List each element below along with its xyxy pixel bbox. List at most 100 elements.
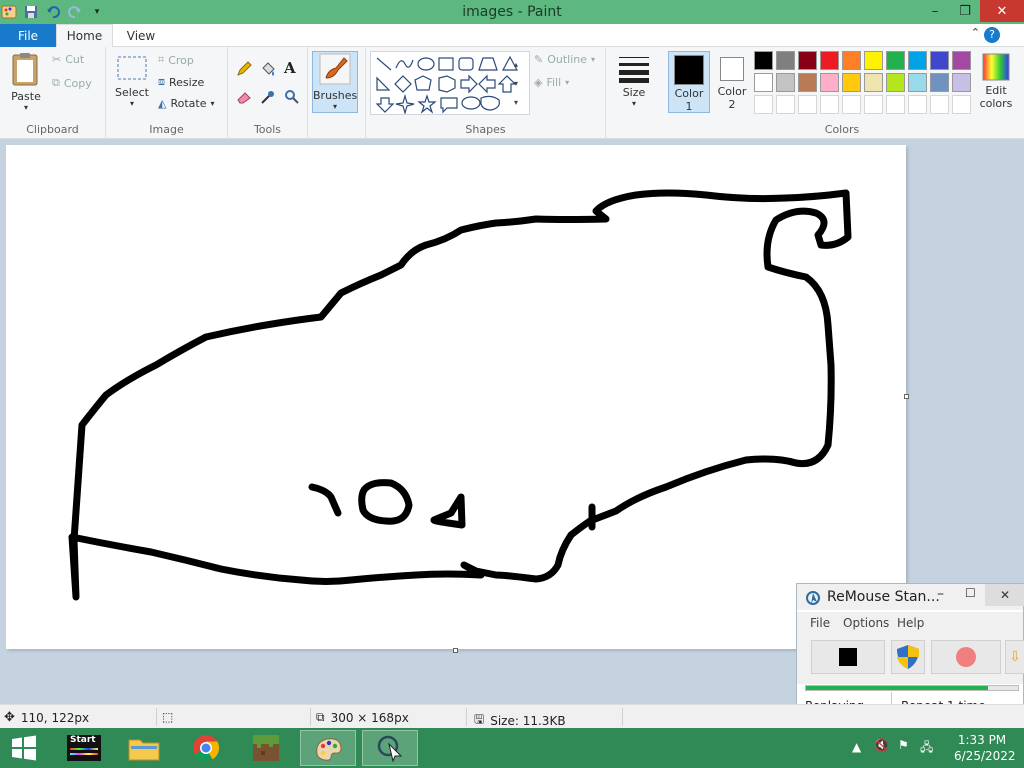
maximize-button[interactable]: ❐ <box>950 0 980 22</box>
color-swatch[interactable] <box>908 73 927 92</box>
outline-button[interactable]: ✎ Outline ▾ <box>534 53 595 66</box>
color-swatch[interactable] <box>952 95 971 114</box>
color-swatch[interactable] <box>820 51 839 70</box>
file-size-text: Size: 11.3KB <box>490 713 566 728</box>
copy-button[interactable]: ⧉ Copy <box>52 76 92 90</box>
color-swatch[interactable] <box>864 51 883 70</box>
text-icon[interactable]: A <box>284 59 296 77</box>
color-swatch[interactable] <box>908 95 927 114</box>
color2-button[interactable]: Color 2 <box>712 51 752 113</box>
color-swatch[interactable] <box>776 51 795 70</box>
start-app-button[interactable]: Start <box>56 730 112 766</box>
selection-size-icon: ⬚ <box>162 710 174 724</box>
select-button[interactable]: Select ▾ <box>114 55 150 108</box>
fill-bucket-icon[interactable] <box>260 61 276 77</box>
chrome-button[interactable] <box>178 730 234 766</box>
chevron-up-icon[interactable]: ⌃ <box>971 26 980 39</box>
remouse-taskbar-button[interactable] <box>362 730 418 766</box>
size-button[interactable]: Size ▾ <box>616 55 652 108</box>
crop-icon: ⌗ <box>158 53 165 66</box>
minecraft-button[interactable] <box>238 730 294 766</box>
help-icon[interactable]: ? <box>984 27 1000 43</box>
rotate-button[interactable]: ◭ Rotate ▾ <box>158 97 215 110</box>
tab-file[interactable]: File <box>0 24 56 47</box>
size-group: Size ▾ <box>606 47 662 139</box>
color-swatch[interactable] <box>864 95 883 114</box>
remouse-maximize-button[interactable]: ☐ <box>965 586 976 600</box>
minimize-button[interactable]: – <box>920 0 950 22</box>
color-swatch[interactable] <box>930 73 949 92</box>
remouse-menu-file[interactable]: File <box>810 616 830 630</box>
remouse-minimize-button[interactable]: – <box>937 586 944 602</box>
edit-colors-button[interactable]: Edit colors <box>976 53 1016 110</box>
eraser-icon[interactable] <box>236 89 252 105</box>
windows-start-button[interactable] <box>0 730 48 766</box>
shapes-gallery[interactable] <box>370 51 530 116</box>
color-swatch[interactable] <box>754 95 773 114</box>
admin-shield-button[interactable] <box>891 640 925 674</box>
color-swatch[interactable] <box>798 51 817 70</box>
color-swatch[interactable] <box>930 95 949 114</box>
color-picker-icon[interactable] <box>260 89 276 105</box>
file-explorer-button[interactable] <box>116 730 172 766</box>
shapes-scroll[interactable]: ▴ ▾ ▾ <box>514 55 518 112</box>
remouse-menu-help[interactable]: Help <box>897 616 924 630</box>
remouse-titlebar: ReMouse Stan... – ☐ ✕ <box>797 584 1024 610</box>
remouse-toolbar: ⇩ <box>797 634 1024 684</box>
network-icon[interactable]: 🖧 <box>920 738 933 759</box>
clock-time: 1:33 PM <box>957 733 1007 747</box>
color-swatch[interactable] <box>886 95 905 114</box>
color1-button[interactable]: Color 1 <box>668 51 710 113</box>
resize-label: Resize <box>169 75 205 89</box>
remouse-close-button[interactable]: ✕ <box>985 584 1024 606</box>
resize-button[interactable]: ⧈ Resize <box>158 75 204 89</box>
paint-palette-icon <box>316 738 342 761</box>
color-swatch[interactable] <box>842 51 861 70</box>
more-button[interactable]: ⇩ <box>1005 640 1024 674</box>
paste-button[interactable]: Paste ▾ <box>6 51 46 112</box>
pencil-icon[interactable] <box>236 61 252 77</box>
color-swatch[interactable] <box>776 95 795 114</box>
clock[interactable]: 1:33 PM 6/25/2022 <box>954 732 1016 764</box>
color-swatch[interactable] <box>798 95 817 114</box>
paint-taskbar-button[interactable] <box>300 730 356 766</box>
color-swatch[interactable] <box>842 95 861 114</box>
color-swatch[interactable] <box>776 73 795 92</box>
resize-handle-bottom[interactable] <box>453 648 458 653</box>
crop-button[interactable]: ⌗ Crop <box>158 53 194 67</box>
freehand-drawing <box>68 189 852 601</box>
canvas-size-text: 300 × 168px <box>330 710 409 725</box>
color-swatch[interactable] <box>930 51 949 70</box>
color-swatch[interactable] <box>886 73 905 92</box>
show-hidden-icons[interactable]: ▲ <box>852 740 861 754</box>
clock-date: 6/25/2022 <box>954 749 1016 763</box>
color-swatch[interactable] <box>754 73 773 92</box>
canvas-size-icon: ⧉ <box>316 710 325 724</box>
stop-button[interactable] <box>811 640 885 674</box>
brushes-button[interactable]: Brushes ▾ <box>312 51 358 113</box>
color-swatch[interactable] <box>842 73 861 92</box>
tab-home[interactable]: Home <box>56 24 113 48</box>
color-swatch[interactable] <box>754 51 773 70</box>
tab-view[interactable]: View <box>116 24 166 47</box>
color-swatch[interactable] <box>798 73 817 92</box>
resize-handle-right[interactable] <box>904 394 909 399</box>
color-swatch[interactable] <box>820 95 839 114</box>
color-swatch[interactable] <box>952 73 971 92</box>
magnifier-icon[interactable] <box>284 89 300 105</box>
action-center-flag-icon[interactable]: ⚑ <box>898 738 909 752</box>
volume-muted-icon[interactable]: 🔇 <box>874 738 889 752</box>
image-group: Select ▾ ⌗ Crop ⧈ Resize ◭ Rotate ▾ Image <box>106 47 228 139</box>
fill-button[interactable]: ◈ Fill ▾ <box>534 76 569 89</box>
color-swatch[interactable] <box>908 51 927 70</box>
remouse-menu-options[interactable]: Options <box>843 616 889 630</box>
color-swatch[interactable] <box>952 51 971 70</box>
drawing-canvas[interactable] <box>6 145 906 649</box>
color-swatch[interactable] <box>864 73 883 92</box>
record-button[interactable] <box>931 640 1001 674</box>
color-swatch[interactable] <box>886 51 905 70</box>
close-button[interactable]: ✕ <box>980 0 1024 22</box>
cut-button[interactable]: ✂ Cut <box>52 53 84 66</box>
shapes-group-label: Shapes <box>465 123 506 136</box>
color-swatch[interactable] <box>820 73 839 92</box>
